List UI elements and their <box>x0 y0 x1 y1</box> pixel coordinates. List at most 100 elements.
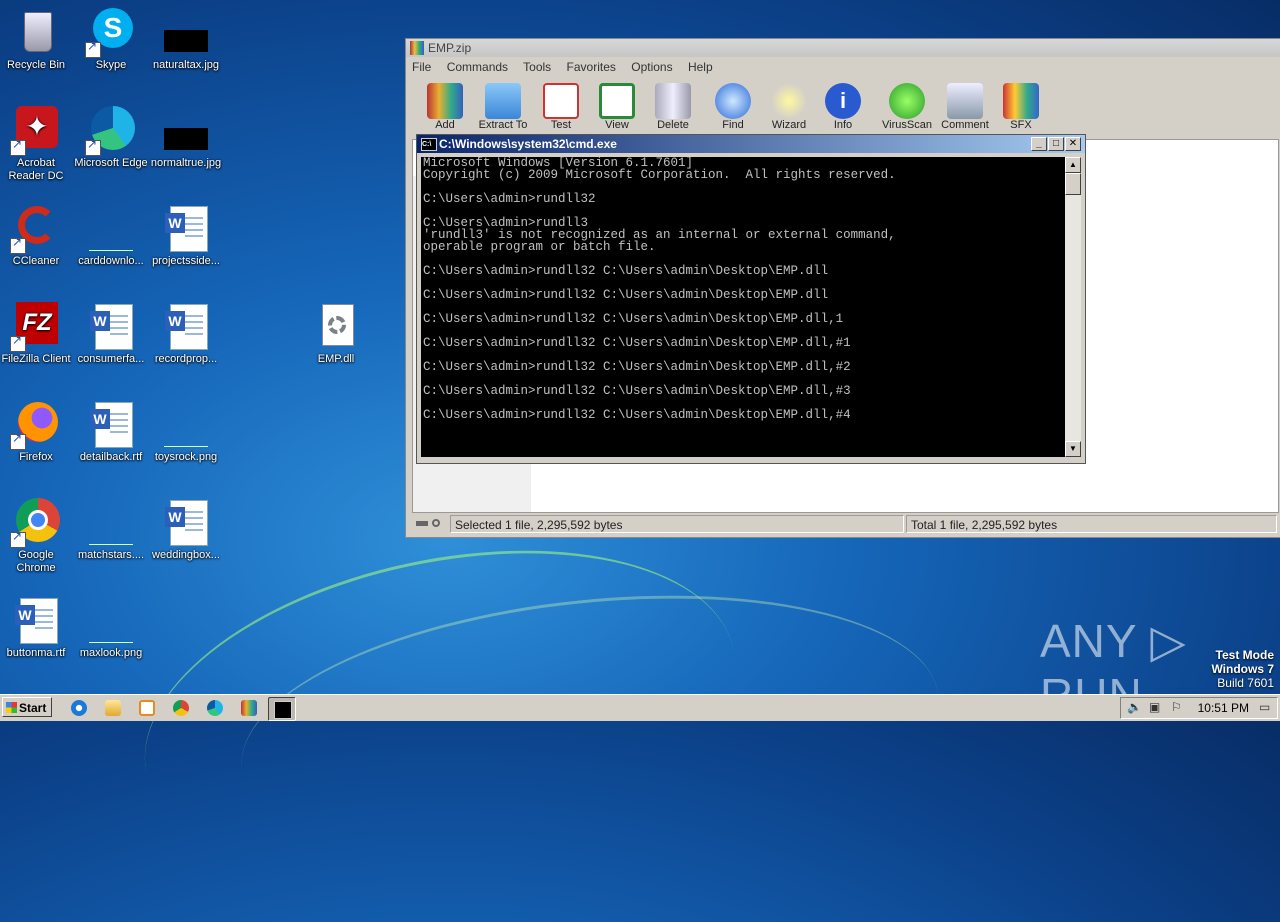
scroll-up-icon[interactable]: ▲ <box>1065 157 1081 173</box>
console-output[interactable]: Microsoft Windows [Version 6.1.7601] Copy… <box>421 157 1067 457</box>
desktop-icon-edge[interactable]: Microsoft Edge <box>73 106 149 170</box>
network-icon[interactable]: ▣ <box>1149 701 1163 714</box>
menu-commands[interactable]: Commands <box>447 60 508 74</box>
firefox-icon <box>10 400 60 450</box>
toolbar-label: Test <box>550 119 572 131</box>
trash-icon <box>655 83 691 119</box>
desktop-icon-acrobat[interactable]: ✦ Acrobat Reader DC <box>0 106 74 183</box>
clock[interactable]: 10:51 PM <box>1198 698 1249 718</box>
console-line: C:\Users\admin>rundll32 C:\Users\admin\D… <box>423 312 844 326</box>
start-button[interactable]: Start <box>2 697 52 717</box>
task-winrar[interactable] <box>236 697 262 719</box>
show-desktop-icon[interactable]: ▭ <box>1259 701 1273 714</box>
explorer-icon <box>105 700 121 716</box>
desktop-icon-label: weddingbox... <box>152 549 220 561</box>
desktop-icon-label: Microsoft Edge <box>74 157 148 169</box>
info-icon: i <box>825 83 861 119</box>
desktop-icon-label: carddownlo... <box>78 255 144 267</box>
task-cmd[interactable] <box>268 697 296 721</box>
menu-file[interactable]: File <box>412 60 431 74</box>
image-file-icon <box>162 8 210 56</box>
toolbar-virusscan-button[interactable]: VirusScan <box>874 83 940 131</box>
scroll-down-icon[interactable]: ▼ <box>1065 441 1081 457</box>
wand-icon <box>771 83 807 119</box>
vertical-scrollbar[interactable]: ▲ ▼ <box>1065 157 1081 457</box>
desktop-icon-maxlook[interactable]: maxlook.png <box>73 596 149 660</box>
close-button[interactable]: ✕ <box>1065 137 1081 151</box>
desktop-icon-skype[interactable]: S Skype <box>73 8 149 72</box>
desktop-icon-label: recordprop... <box>154 353 218 365</box>
desktop-icon-consumerfa[interactable]: W consumerfa... <box>73 302 149 366</box>
status-total: Total 1 file, 2,295,592 bytes <box>906 515 1277 533</box>
cmd-titlebar[interactable]: C:\ C:\Windows\system32\cmd.exe _ □ ✕ <box>417 135 1085 153</box>
desktop-icon-detailback[interactable]: W detailback.rtf <box>73 400 149 464</box>
scroll-thumb[interactable] <box>1065 173 1081 195</box>
chrome-icon <box>173 700 189 716</box>
desktop-icon-carddownlo[interactable]: carddownlo... <box>73 204 149 268</box>
winrar-titlebar[interactable]: EMP.zip <box>406 39 1280 57</box>
quicklaunch-media-player[interactable] <box>134 697 160 719</box>
action-center-flag-icon[interactable]: ⚐ <box>1171 701 1185 714</box>
magnifier-icon <box>715 83 751 119</box>
desktop-icon-emp-dll[interactable]: EMP.dll <box>298 302 374 366</box>
taskbar: Start 🔈 ▣ ⚐ 10:51 PM ▭ <box>0 694 1280 721</box>
menu-tools[interactable]: Tools <box>523 60 551 74</box>
desktop-icon-matchstars[interactable]: matchstars.... <box>73 498 149 562</box>
desktop-icon-filezilla[interactable]: FZ FileZilla Client <box>0 302 74 366</box>
desktop-icon-weddingbox[interactable]: W weddingbox... <box>148 498 224 562</box>
toolbar-info-button[interactable]: i Info <box>810 83 876 131</box>
word-doc-icon: W <box>162 498 210 546</box>
toolbar-label: Info <box>833 119 853 131</box>
quicklaunch-edge[interactable] <box>202 697 228 719</box>
quicklaunch-chrome[interactable] <box>168 697 194 719</box>
start-label: Start <box>19 701 47 715</box>
desktop-icon-label: projectsside... <box>152 255 220 267</box>
toolbar-label: Add <box>435 119 455 131</box>
desktop-icon-label: Skype <box>95 59 127 71</box>
toolbar-sfx-button[interactable]: SFX <box>988 83 1054 131</box>
word-doc-icon: W <box>87 400 135 448</box>
skype-icon: S <box>85 8 135 58</box>
quicklaunch-ie[interactable] <box>66 697 92 719</box>
cmd-window[interactable]: C:\ C:\Windows\system32\cmd.exe _ □ ✕ Mi… <box>416 134 1086 464</box>
volume-icon[interactable]: 🔈 <box>1127 701 1142 714</box>
toolbar-label: View <box>605 119 629 131</box>
desktop-icon-label: matchstars.... <box>77 549 145 561</box>
minimize-button[interactable]: _ <box>1031 137 1047 151</box>
desktop-icon-label: Firefox <box>19 451 53 463</box>
desktop-icon-normaltrue[interactable]: normaltrue.jpg <box>148 106 224 170</box>
desktop-icon-naturaltax[interactable]: naturaltax.jpg <box>148 8 224 72</box>
desktop-icon-ccleaner[interactable]: CCleaner <box>0 204 74 268</box>
window-title: C:\Windows\system32\cmd.exe <box>439 137 617 151</box>
desktop-icon-recordprop[interactable]: W recordprop... <box>148 302 224 366</box>
desktop-icon-label: naturaltax.jpg <box>152 59 220 71</box>
desktop-icon-buttonma[interactable]: W buttonma.rtf <box>0 596 74 660</box>
media-player-icon <box>139 700 155 716</box>
chrome-icon <box>10 498 60 548</box>
cmd-icon <box>274 701 292 719</box>
dll-file-icon <box>312 302 360 350</box>
test-mode-label: Test Mode <box>1215 648 1274 662</box>
image-file-icon <box>162 106 210 154</box>
quicklaunch-explorer[interactable] <box>100 697 126 719</box>
menu-favorites[interactable]: Favorites <box>567 60 616 74</box>
menu-options[interactable]: Options <box>631 60 672 74</box>
image-file-icon <box>87 498 135 546</box>
folder-icon <box>485 83 521 119</box>
toolbar-add-button[interactable]: Add <box>412 83 478 131</box>
toolbar-extract-button[interactable]: Extract To <box>470 83 536 131</box>
menu-help[interactable]: Help <box>688 60 713 74</box>
desktop-icon-projectsside[interactable]: W projectsside... <box>148 204 224 268</box>
desktop-icon-toysrock[interactable]: toysrock.png <box>148 400 224 464</box>
desktop-icon-chrome[interactable]: Google Chrome <box>0 498 74 575</box>
word-doc-icon: W <box>87 302 135 350</box>
desktop-icon-firefox[interactable]: Firefox <box>0 400 74 464</box>
console-line: C:\Users\admin>rundll32 C:\Users\admin\D… <box>423 408 851 422</box>
maximize-button[interactable]: □ <box>1048 137 1064 151</box>
checklist-icon <box>543 83 579 119</box>
toolbar-label: SFX <box>1010 119 1032 131</box>
word-doc-icon: W <box>162 302 210 350</box>
desktop-icon-recycle-bin[interactable]: Recycle Bin <box>0 8 74 72</box>
toolbar-delete-button[interactable]: Delete <box>640 83 706 131</box>
word-doc-icon: W <box>162 204 210 252</box>
